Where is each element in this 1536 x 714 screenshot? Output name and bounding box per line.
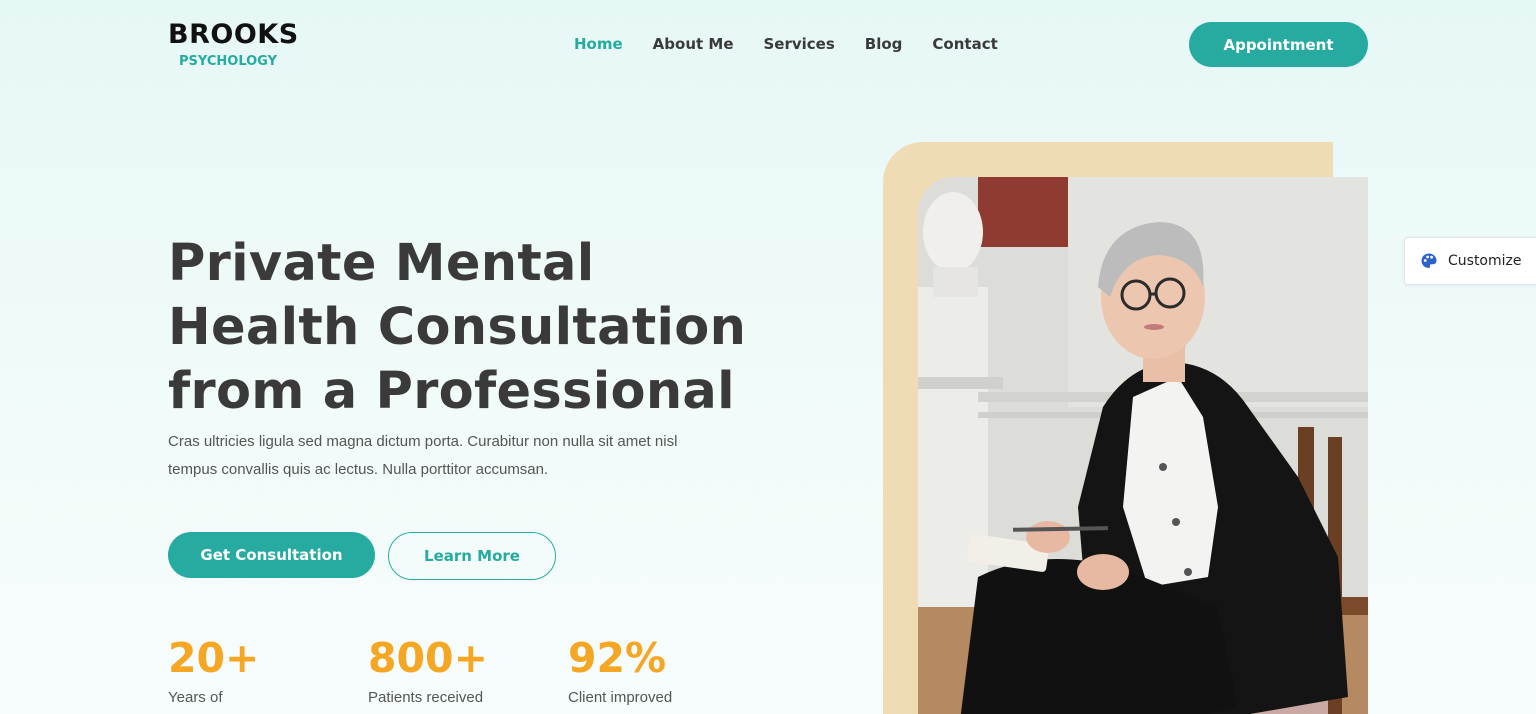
- stat-label: Years of: [168, 689, 223, 706]
- stat-patients: 800+ Patients received: [368, 632, 488, 708]
- hero-title-line: Health Consultation: [168, 298, 747, 357]
- stat-clients: 92% Client improved: [568, 632, 672, 708]
- learn-more-button[interactable]: Learn More: [388, 532, 556, 580]
- appointment-button[interactable]: Appointment: [1189, 22, 1368, 67]
- stat-label: Client improved: [568, 689, 673, 706]
- nav-item-about-me[interactable]: About Me: [653, 34, 734, 54]
- hero-description: Cras ultricies ligula sed magna dictum p…: [168, 433, 678, 478]
- hero-title-line: Private Mental: [168, 234, 595, 293]
- nav-item-contact[interactable]: Contact: [932, 34, 997, 54]
- stat-value: 800+: [368, 634, 488, 682]
- hero-title-line: from a Professional: [168, 362, 735, 421]
- logo-wordmark: BROOKS: [168, 19, 299, 50]
- stat-value: 20+: [168, 634, 260, 682]
- palette-icon: [1420, 252, 1438, 270]
- get-consultation-button[interactable]: Get Consultation: [168, 532, 375, 578]
- nav-item-services[interactable]: Services: [764, 34, 835, 54]
- customize-label: Customize: [1448, 253, 1522, 269]
- nav-item-blog[interactable]: Blog: [865, 34, 903, 54]
- customize-button[interactable]: Customize: [1404, 237, 1536, 285]
- main-nav: Home About Me Services Blog Contact: [574, 34, 998, 54]
- logo-tagline: PSYCHOLOGY: [179, 54, 277, 69]
- stat-label: Patients received: [368, 689, 484, 706]
- site-logo[interactable]: BROOKS PSYCHOLOGY: [168, 18, 299, 70]
- hero-title: Private Mental Health Consultation from …: [168, 232, 768, 424]
- hero-photo: [918, 177, 1368, 714]
- nav-item-home[interactable]: Home: [574, 34, 623, 54]
- stat-years: 20+ Years of: [168, 632, 259, 708]
- stat-value: 92%: [568, 634, 667, 682]
